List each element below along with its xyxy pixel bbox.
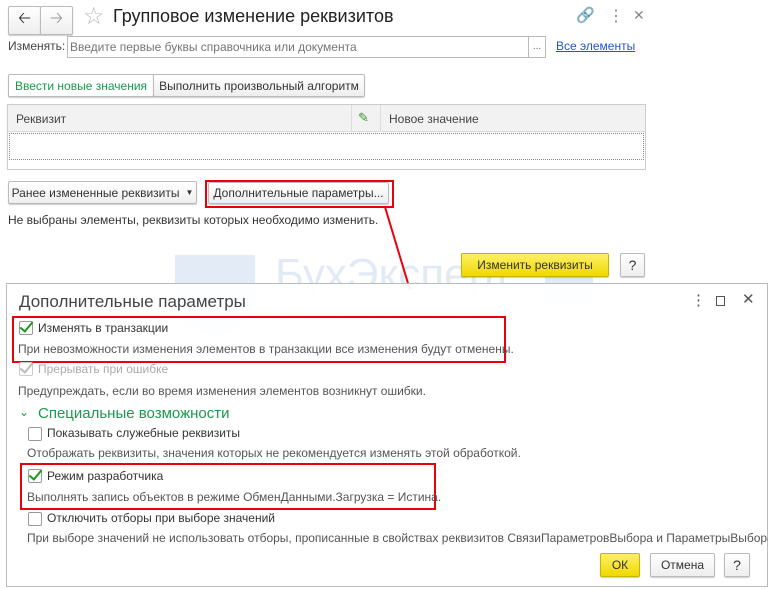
developer-mode-checkbox[interactable] [28, 469, 42, 483]
disable-filters-checkbox[interactable] [28, 512, 42, 526]
show-service-attrs-label[interactable]: Показывать служебные реквизиты [47, 426, 240, 440]
disable-filters-description: При выборе значений не использовать отбо… [27, 531, 768, 545]
dialog-more-icon[interactable]: ⋮ [691, 291, 706, 309]
dialog-close-icon[interactable]: ✕ [742, 290, 755, 308]
dialog-help-button[interactable]: ? [724, 553, 750, 577]
stop-on-error-description: Предупреждать, если во время изменения э… [18, 384, 426, 398]
developer-mode-description: Выполнять запись объектов в режиме Обмен… [27, 490, 442, 504]
show-service-attrs-checkbox[interactable] [28, 427, 42, 441]
disable-filters-label[interactable]: Отключить отборы при выборе значений [47, 511, 275, 525]
developer-mode-label[interactable]: Режим разработчика [47, 469, 163, 483]
stop-on-error-checkbox [19, 362, 33, 376]
dialog-title: Дополнительные параметры [19, 292, 246, 311]
ok-button[interactable]: ОК [600, 553, 640, 577]
section-special-title[interactable]: Специальные возможности [38, 405, 230, 422]
transaction-checkbox[interactable] [19, 321, 33, 335]
stop-on-error-label: Прерывать при ошибке [38, 362, 169, 376]
chevron-down-icon[interactable]: ⌄ [19, 405, 29, 419]
dialog-maximize-icon[interactable] [716, 296, 725, 306]
transaction-description: При невозможности изменения элементов в … [18, 342, 514, 356]
transaction-label[interactable]: Изменять в транзакции [38, 321, 168, 335]
cancel-button[interactable]: Отмена [650, 553, 715, 577]
show-service-attrs-description: Отображать реквизиты, значения которых н… [27, 446, 521, 460]
